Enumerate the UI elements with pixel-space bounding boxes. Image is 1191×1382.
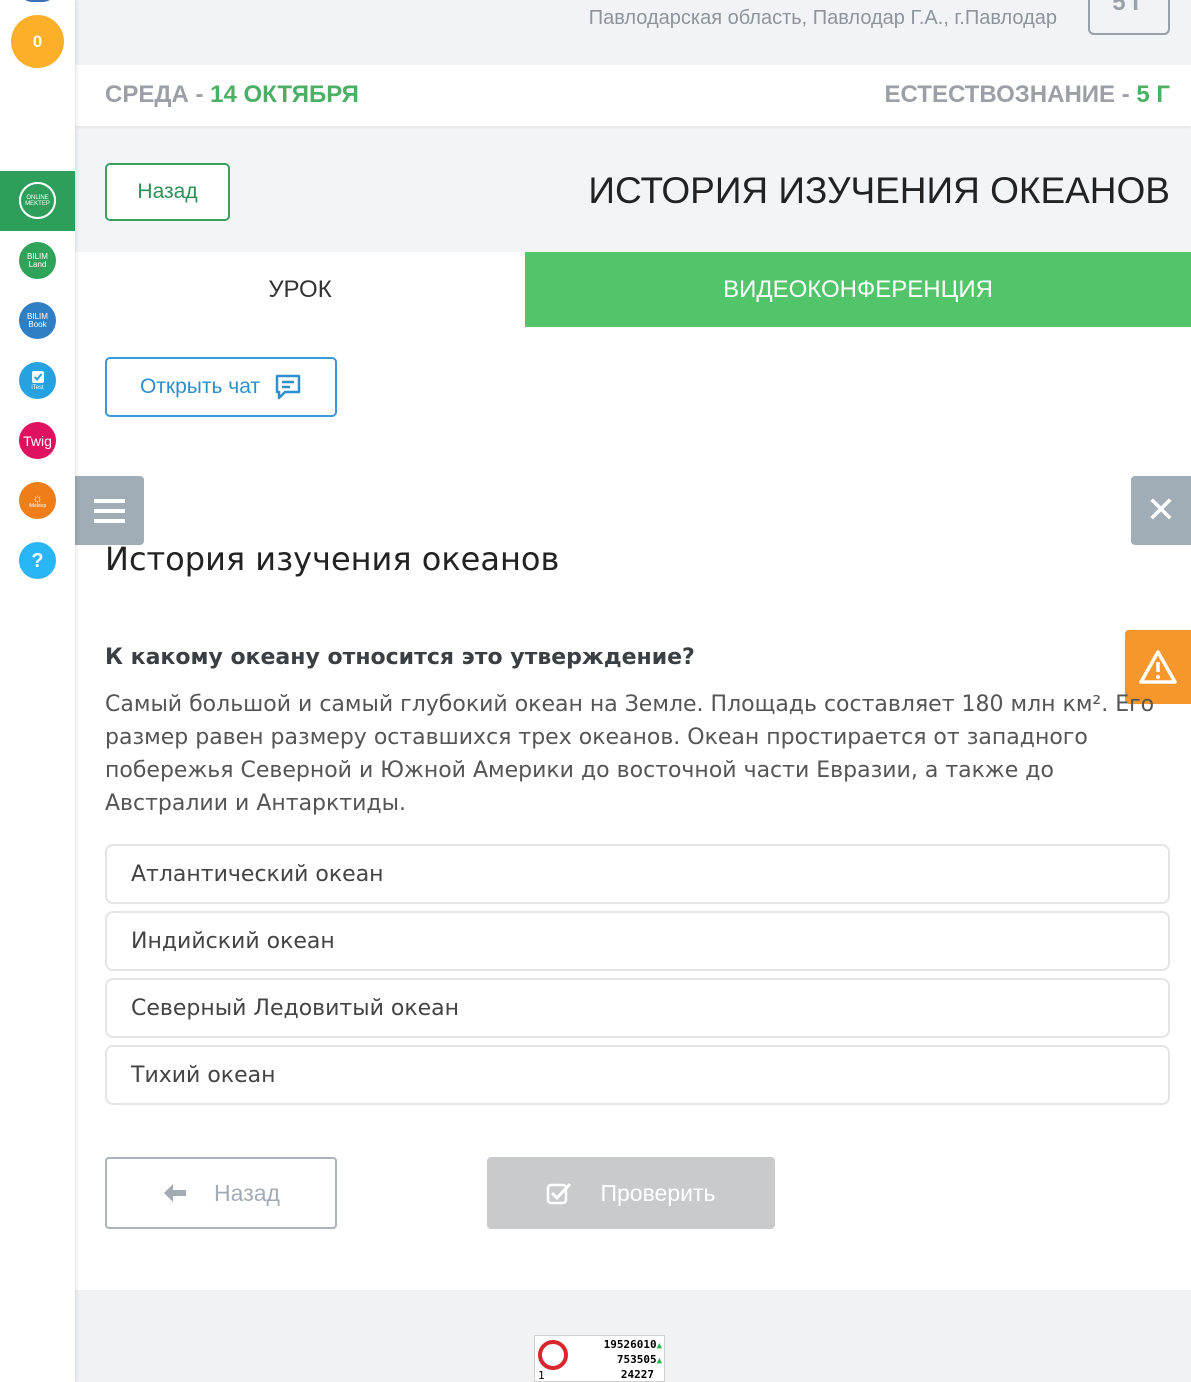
answer-option-label: Тихий океан <box>131 1062 276 1088</box>
counter-month-value: 753505 <box>616 1353 657 1366</box>
answer-option-label: Атлантический океан <box>131 861 384 887</box>
answer-option-label: Северный Ледовитый океан <box>131 995 460 1021</box>
counter-logo-icon <box>538 1340 568 1370</box>
chat-icon <box>275 374 301 400</box>
itest-label: iTest <box>31 385 44 391</box>
lesson-back-button[interactable]: Назад <box>105 163 230 221</box>
prev-question-button[interactable]: Назад <box>105 1157 337 1229</box>
date: 14 ОКТЯБРЯ <box>210 81 359 108</box>
counter-corner: 1 <box>538 1369 545 1382</box>
bilim-book-label: BILIM Book <box>27 311 48 329</box>
answer-option[interactable]: Индийский океан <box>105 911 1170 971</box>
weekday: СРЕДА <box>105 81 189 108</box>
subject-separator: - <box>1115 81 1137 108</box>
date-separator: - <box>188 81 211 108</box>
answer-option[interactable]: Атлантический океан <box>105 844 1170 904</box>
question-heading: История изучения океанов <box>105 540 560 578</box>
coin-counter[interactable]: 0 <box>11 15 64 68</box>
arrow-left-icon <box>164 1184 187 1202</box>
twig-label: Twig <box>23 432 52 449</box>
itest-check-icon <box>31 371 44 383</box>
help-icon[interactable]: ? <box>19 542 56 579</box>
online-mektep-icon[interactable]: ONLINE MEKTEP <box>19 182 56 219</box>
bilim-land-label: BILIM Land <box>27 251 48 269</box>
class-badge-text: 5 Г <box>1112 0 1146 16</box>
menu-icon[interactable] <box>75 476 144 545</box>
visit-counter[interactable]: 19526010▲ 753505▲ 24227 1 <box>534 1335 665 1382</box>
bilim-land-icon[interactable]: BILIM Land <box>19 242 56 279</box>
counter-total-value: 19526010 <box>603 1338 657 1351</box>
check-answer-button[interactable]: Проверить <box>487 1157 775 1229</box>
help-label: ? <box>31 549 44 572</box>
open-chat-button[interactable]: Открыть чат <box>105 357 337 417</box>
school-location: Павлодарская область, Павлодар Г.А., г.П… <box>588 7 1057 29</box>
page-title: ИСТОРИЯ ИЗУЧЕНИЯ ОКЕАНОВ <box>588 170 1170 211</box>
counter-month: 753505▲ <box>617 1353 662 1366</box>
lesson-subject: ЕСТЕСТВОЗНАНИЕ - 5 Г <box>885 81 1170 109</box>
bilim-book-icon[interactable]: BILIM Book <box>19 302 56 339</box>
question-prompt: К какому океану относится это утверждени… <box>105 645 695 670</box>
open-chat-label: Открыть чат <box>139 375 261 398</box>
tab-videoconference[interactable]: ВИДЕОКОНФЕРЕНЦИЯ <box>525 252 1191 327</box>
up-arrow-icon: ▲ <box>656 1341 662 1351</box>
answer-option-label: Индийский океан <box>131 928 335 954</box>
tab-lesson[interactable]: УРОК <box>75 252 525 327</box>
answer-option[interactable]: Северный Ледовитый океан <box>105 978 1170 1038</box>
profile-avatar-edge[interactable] <box>20 0 55 2</box>
twig-icon[interactable]: Twig <box>19 422 56 459</box>
left-sidebar: 0 ONLINE MEKTEP BILIM Land BILIM Book iT… <box>0 0 75 1382</box>
class-badge[interactable]: 5 Г <box>1088 0 1170 35</box>
lesson-date: СРЕДА - 14 ОКТЯБРЯ <box>105 81 359 109</box>
counter-today: 24227 <box>620 1368 654 1381</box>
top-bar: Павлодарская область, Павлодар Г.А., г.П… <box>75 0 1191 65</box>
check-answer-label: Проверить <box>600 1179 716 1206</box>
online-mektep-label: ONLINE MEKTEP <box>25 194 50 207</box>
imektep-icon[interactable]: ☼ iMektep <box>19 482 56 519</box>
coin-value: 0 <box>32 31 43 51</box>
imektep-label: iMektep <box>28 503 47 509</box>
subject-name: ЕСТЕСТВОЗНАНИЕ <box>884 81 1116 108</box>
schedule-row: СРЕДА - 14 ОКТЯБРЯ ЕСТЕСТВОЗНАНИЕ - 5 Г <box>75 65 1191 126</box>
grade: 5 Г <box>1136 81 1170 108</box>
checkbox-icon <box>547 1182 572 1205</box>
question-body: Самый большой и самый глубокий океан на … <box>105 692 1155 816</box>
answer-option[interactable]: Тихий океан <box>105 1045 1170 1105</box>
close-icon[interactable]: ✕ <box>1131 476 1191 545</box>
up-arrow-icon: ▲ <box>656 1356 662 1366</box>
counter-total: 19526010▲ <box>604 1338 662 1351</box>
itest-icon[interactable]: iTest <box>19 362 56 399</box>
prev-question-label: Назад <box>214 1179 280 1206</box>
